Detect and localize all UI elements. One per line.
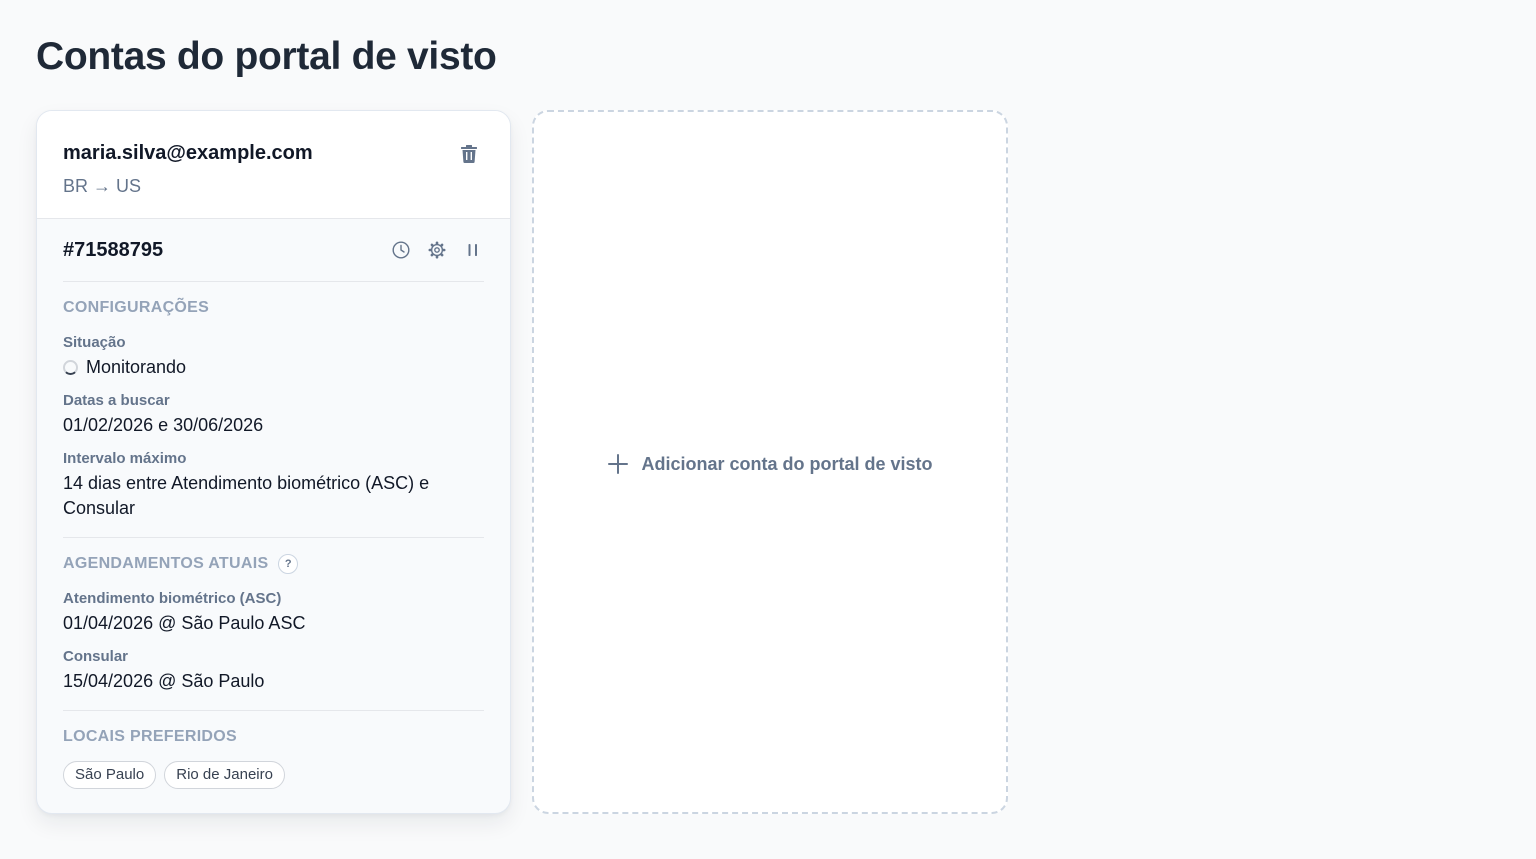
page-title: Contas do portal de visto (36, 35, 497, 78)
pause-button[interactable] (462, 239, 484, 261)
add-account-content: Adicionar conta do portal de visto (607, 453, 933, 475)
status-label: Situação (63, 334, 126, 351)
account-card: maria.silva@example.com BR → US #7158879… (36, 110, 511, 814)
location-chip: São Paulo (63, 761, 157, 789)
delete-account-button[interactable] (458, 143, 480, 165)
dates-label: Datas a buscar (63, 392, 170, 409)
gear-icon (428, 241, 446, 259)
asc-value: 01/04/2026 @ São Paulo ASC (63, 613, 306, 633)
configurations-section: CONFIGURAÇÕES Situação Monitorando Datas… (63, 282, 484, 538)
preferred-locations-title: LOCAIS PREFERIDOS (63, 728, 238, 745)
help-icon[interactable]: ? (278, 554, 299, 574)
consular-label: Consular (63, 648, 129, 665)
configurations-title: CONFIGURAÇÕES (63, 299, 210, 316)
pause-icon (468, 244, 477, 256)
appointment-id: #71588795 (63, 238, 164, 261)
consular-value: 15/04/2026 @ São Paulo (63, 671, 265, 691)
location-chip: Rio de Janeiro (164, 761, 285, 789)
status-text: Monitorando (86, 357, 187, 377)
interval-value: 14 dias entre Atendimento biométrico (AS… (63, 473, 430, 518)
asc-label: Atendimento biométrico (ASC) (63, 590, 282, 607)
account-route: BR → US (63, 176, 142, 196)
clock-icon (392, 241, 410, 259)
preferred-locations-section: LOCAIS PREFERIDOS São Paulo Rio de Janei… (63, 711, 484, 805)
account-email: maria.silva@example.com (63, 142, 313, 164)
interval-label: Intervalo máximo (63, 450, 187, 467)
dates-value: 01/02/2026 e 30/06/2026 (63, 415, 264, 435)
add-account-button[interactable]: Adicionar conta do portal de visto (532, 110, 1008, 814)
current-appointments-header: AGENDAMENTOS ATUAIS ? (63, 554, 484, 574)
loading-spinner-icon (63, 360, 78, 375)
current-appointments-title: AGENDAMENTOS ATUAIS (63, 555, 269, 572)
settings-button[interactable] (426, 239, 448, 261)
status-value: Monitorando (63, 355, 484, 380)
location-chips: São Paulo Rio de Janeiro (63, 761, 484, 789)
account-header: maria.silva@example.com BR → US (37, 111, 510, 219)
plus-icon (608, 454, 629, 474)
appointment-row: #71588795 (63, 219, 484, 282)
history-button[interactable] (390, 239, 412, 261)
current-appointments-section: AGENDAMENTOS ATUAIS ? Atendimento biomét… (63, 538, 484, 711)
add-account-label: Adicionar conta do portal de visto (641, 453, 933, 474)
trash-icon (461, 145, 477, 163)
